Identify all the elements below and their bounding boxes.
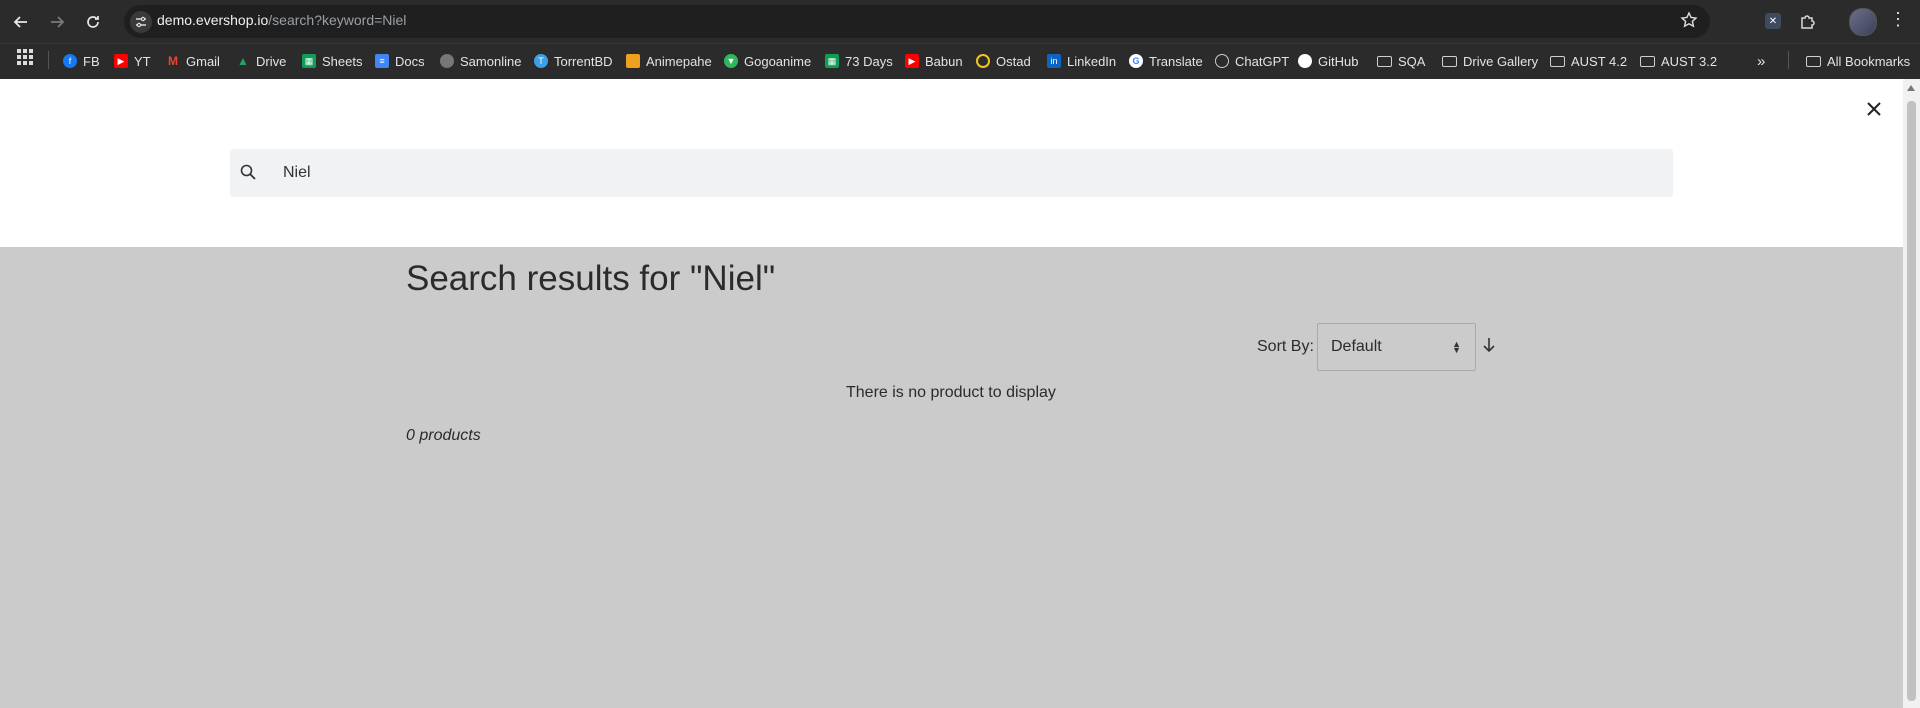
bookmark-folder-aust-4-2[interactable]: AUST 4.2 [1550, 50, 1627, 72]
bookmark-docs[interactable]: ≡ Docs [375, 50, 425, 72]
bookmark-fb[interactable]: f FB [63, 50, 100, 72]
docs-icon: ≡ [375, 54, 389, 68]
extension-x-icon[interactable]: ✕ [1762, 10, 1784, 32]
bookmark-linkedin[interactable]: in LinkedIn [1047, 50, 1116, 72]
gogoanime-icon: ▼ [724, 54, 738, 68]
all-bookmarks-button[interactable]: All Bookmarks [1806, 50, 1910, 72]
bookmark-gogoanime[interactable]: ▼ Gogoanime [724, 50, 811, 72]
bookmark-github[interactable]: GitHub [1298, 50, 1358, 72]
bookmark-drive[interactable]: ▲ Drive [236, 50, 286, 72]
search-input-value: Niel [283, 164, 311, 181]
folder-icon [1806, 55, 1821, 67]
animepahe-icon [626, 54, 640, 68]
bookmark-star-icon[interactable] [1680, 11, 1698, 34]
page-content: Niel Search results for "Niel" Sort By: … [0, 79, 1903, 708]
torrentbd-icon: T [534, 54, 548, 68]
bookmark-ostad[interactable]: Ostad [976, 50, 1031, 72]
search-icon [240, 164, 256, 180]
bookmarks-divider [48, 51, 49, 69]
url-text[interactable]: demo.evershop.io/search?keyword=Niel [157, 12, 406, 28]
globe-icon [440, 54, 454, 68]
gmail-icon: M [168, 54, 178, 68]
forward-button[interactable] [45, 10, 69, 34]
product-count: 0 products [406, 427, 481, 444]
ostad-icon [976, 54, 990, 68]
empty-results-message: There is no product to display [846, 384, 1056, 401]
reload-icon [87, 16, 99, 28]
extensions-puzzle-icon[interactable] [1797, 10, 1819, 32]
bookmark-73-days[interactable]: ▦ 73 Days [825, 50, 893, 72]
github-icon [1298, 54, 1312, 68]
sort-select-value: Default [1331, 338, 1382, 355]
page-scrollbar[interactable] [1903, 79, 1920, 708]
bookmark-chatgpt[interactable]: ChatGPT [1215, 50, 1289, 72]
youtube-icon: ▶ [114, 54, 128, 68]
linkedin-icon: in [1047, 54, 1061, 68]
select-caret-icon: ▲ ▼ [1452, 339, 1461, 355]
page-title: Search results for "Niel" [406, 259, 776, 298]
bookmarks-divider [1788, 51, 1789, 69]
facebook-icon: f [63, 54, 77, 68]
search-input[interactable]: Niel [230, 149, 1673, 197]
scrollbar-thumb[interactable] [1907, 101, 1916, 701]
bookmark-translate[interactable]: G Translate [1129, 50, 1203, 72]
bookmark-folder-sqa[interactable]: SQA [1377, 50, 1425, 72]
browser-toolbar: demo.evershop.io/search?keyword=Niel ✕ ⋮ [0, 0, 1920, 43]
address-bar[interactable]: demo.evershop.io/search?keyword=Niel [124, 5, 1710, 38]
close-search-button[interactable] [1862, 97, 1886, 121]
youtube-icon: ▶ [905, 54, 919, 68]
sheets-icon: ▦ [302, 54, 316, 68]
bookmark-gmail[interactable]: M Gmail [166, 50, 220, 72]
bookmark-torrentbd[interactable]: T TorrentBD [534, 50, 613, 72]
arrow-left-icon [13, 16, 27, 28]
bookmark-samonline[interactable]: Samonline [440, 50, 521, 72]
folder-icon [1550, 55, 1565, 67]
google-icon: G [1129, 54, 1143, 68]
bookmark-babun[interactable]: ▶ Babun [905, 50, 963, 72]
url-host: demo.evershop.io [157, 12, 269, 28]
arrow-down-icon [1483, 338, 1495, 353]
folder-icon [1442, 55, 1457, 67]
url-path: /search?keyword=Niel [268, 12, 407, 28]
more-bookmarks-chevron-icon[interactable]: » [1757, 50, 1765, 72]
site-info-icon[interactable] [130, 11, 152, 33]
bookmark-animepahe[interactable]: Animepahe [626, 50, 712, 72]
sort-select[interactable]: Default ▲ ▼ [1317, 323, 1476, 371]
arrow-right-icon [51, 16, 65, 28]
sort-by-label: Sort By: [1257, 338, 1314, 355]
bookmark-yt[interactable]: ▶ YT [114, 50, 151, 72]
scroll-up-arrow-icon[interactable] [1907, 85, 1915, 91]
apps-grid-icon[interactable] [17, 49, 33, 65]
profile-avatar[interactable] [1849, 8, 1877, 36]
bookmark-folder-aust-3-2[interactable]: AUST 3.2 [1640, 50, 1717, 72]
sort-direction-button[interactable] [1482, 337, 1496, 358]
bookmark-folder-drive-gallery[interactable]: Drive Gallery [1442, 50, 1538, 72]
drive-icon: ▲ [237, 54, 249, 68]
folder-icon [1377, 55, 1392, 67]
folder-icon [1640, 55, 1655, 67]
search-panel: Niel [0, 79, 1903, 247]
reload-button[interactable] [81, 10, 105, 34]
back-button[interactable] [9, 10, 33, 34]
close-icon [1867, 102, 1881, 116]
browser-menu-icon[interactable]: ⋮ [1889, 9, 1907, 30]
bookmark-sheets[interactable]: ▦ Sheets [302, 50, 362, 72]
chatgpt-icon [1215, 54, 1229, 68]
sheets-icon: ▦ [825, 54, 839, 68]
